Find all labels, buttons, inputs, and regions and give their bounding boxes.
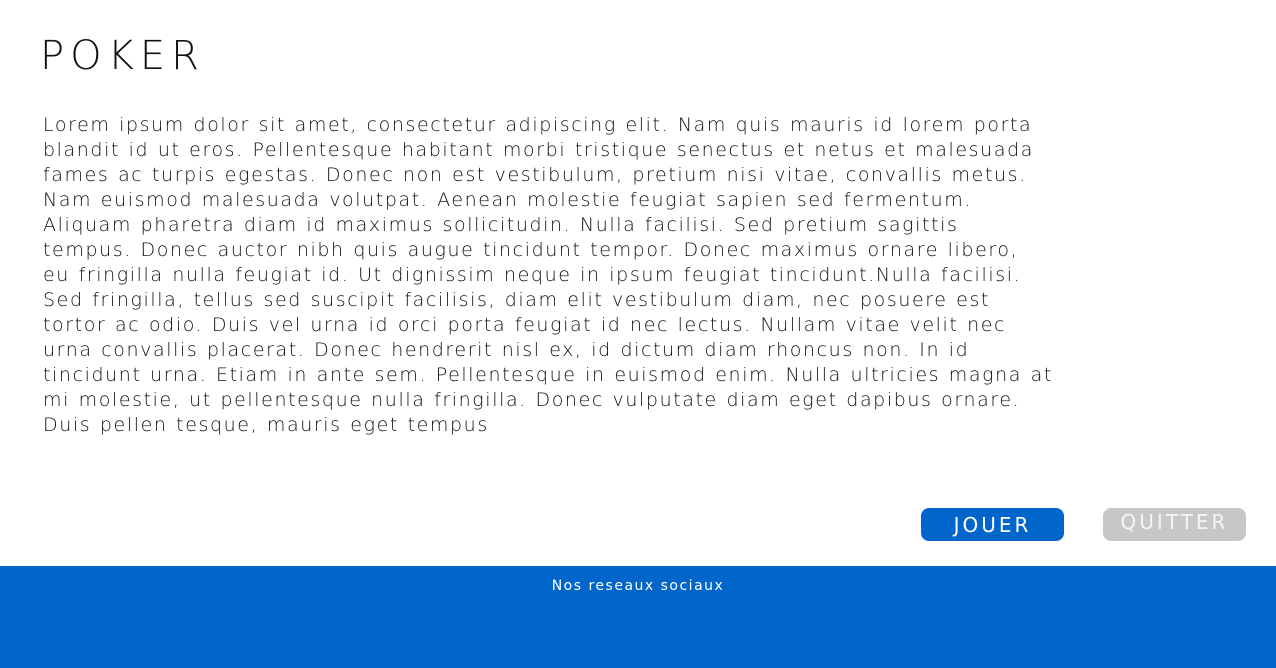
- play-button[interactable]: JOUER: [921, 508, 1064, 541]
- page-title: POKER: [40, 33, 205, 79]
- quit-button[interactable]: QUITTER: [1103, 508, 1246, 541]
- description-text: Lorem ipsum dolor sit amet, consectetur …: [43, 114, 1053, 436]
- footer: Nos reseaux sociaux: [0, 566, 1276, 668]
- page: POKER Lorem ipsum dolor sit amet, consec…: [0, 0, 1276, 668]
- social-networks-label: Nos reseaux sociaux: [551, 578, 725, 594]
